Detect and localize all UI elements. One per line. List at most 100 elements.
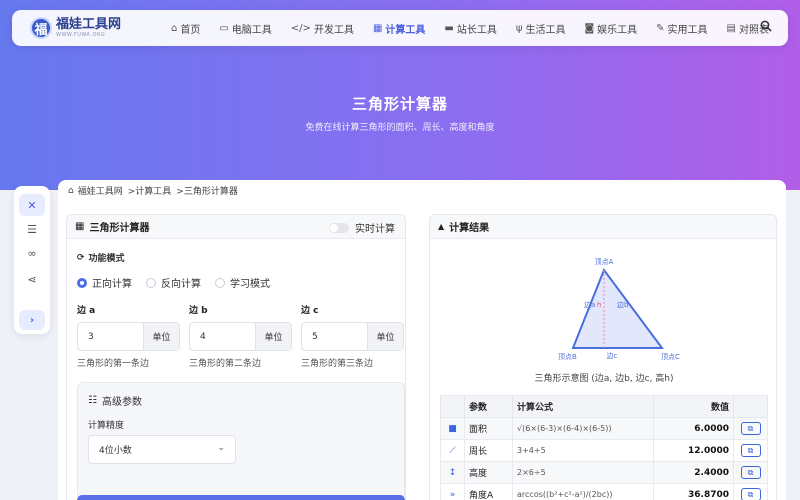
side-a-diagram-label: 边a [584, 300, 595, 309]
logo-title: 福娃工具网 [56, 17, 122, 32]
nav-item-webmaster-tools[interactable]: ▬ 站长工具 [444, 21, 496, 36]
code-icon: </> [290, 22, 311, 34]
sliders-icon: ☷ [88, 395, 97, 406]
results-title: 计算结果 [449, 223, 490, 234]
tools-icon[interactable]: ✕ [19, 194, 45, 216]
wrench-icon: ✎ [656, 22, 665, 34]
radio-label: 正向计算 [92, 279, 132, 290]
height-diagram-label: h [597, 301, 601, 309]
chevron-right-icon[interactable]: › [19, 310, 45, 330]
top-navbar: 福 福娃工具网 WWW.FUWA.ORG ⌂ 首页 ▭ 电脑工具 </> 开发工具 ▦… [12, 10, 788, 46]
radio-label: 学习模式 [230, 279, 270, 290]
nav-item-fun-tools[interactable]: ◙ 娱乐工具 [584, 21, 637, 36]
search-icon[interactable] [760, 20, 772, 35]
nav-item-label: 娱乐工具 [597, 24, 638, 36]
realtime-switch[interactable] [329, 222, 349, 233]
nav-item-calc-tools[interactable]: ▦ 计算工具 [373, 21, 425, 36]
side-a-input[interactable]: 3 [78, 323, 143, 350]
square-icon: ■ [440, 417, 465, 440]
site-logo[interactable]: 福 福娃工具网 WWW.FUWA.ORG [30, 17, 143, 39]
results-panel: ▲ 计算结果 顶点A 顶点B 顶点C 边a 边b 边c h 三角形示意图 (边a… [429, 214, 777, 500]
list-icon[interactable]: ☰ [19, 218, 45, 240]
chevron-down-icon: ⌄ [217, 443, 225, 453]
table-row: ■ 面积 √(6×(6-3)×(6-4)×(6-5)) 6.0000 ⧉ [440, 417, 768, 440]
radio-label: 反向计算 [161, 279, 201, 290]
copy-button[interactable]: ⧉ [740, 444, 761, 457]
side-c-input[interactable]: 5 [302, 323, 367, 350]
nav-item-life-tools[interactable]: ψ 生活工具 [516, 21, 566, 36]
share-icon[interactable]: ⋖ [19, 268, 45, 290]
calculate-button[interactable] [77, 495, 405, 500]
nav-item-label: 生活工具 [525, 24, 566, 36]
side-b-field: 边 b 4 单位 三角形的第二条边 [189, 303, 292, 369]
table-row: » 角度A arccos((b²+c²-a²)/(2bc)) 36.8700 ⧉ [440, 483, 768, 500]
desktop-icon: ▭ [219, 22, 229, 34]
server-icon: ▬ [444, 22, 454, 34]
caret-up-icon: ▲ [438, 222, 445, 231]
vertex-c-label: 顶点C [661, 353, 680, 361]
header-value: 数值 [653, 395, 734, 418]
precision-select[interactable]: 4位小数 ⌄ [88, 435, 236, 464]
table-icon: ▤ [726, 22, 736, 34]
realtime-label: 实时计算 [355, 224, 395, 235]
side-b-unit: 单位 [255, 323, 291, 350]
logo-subtitle: WWW.FUWA.ORG [56, 32, 106, 38]
ruler-icon: ⟋ [440, 439, 465, 462]
copy-button[interactable]: ⧉ [740, 466, 761, 479]
page-title: 三角形计算器 [351, 95, 448, 113]
precision-value: 4位小数 [99, 446, 132, 456]
row-value: 36.8700 [653, 483, 734, 500]
gamepad-icon: ◙ [584, 22, 595, 34]
breadcrumb-section[interactable]: >计算工具 [128, 184, 172, 197]
row-formula: 2×6÷5 [512, 461, 654, 484]
header-param: 参数 [464, 395, 513, 418]
utensils-icon: ψ [515, 22, 523, 34]
advanced-title-label: 高级参数 [101, 397, 142, 408]
diagram-caption: 三角形示意图 (边a, 边b, 边c, 高h) [534, 374, 674, 384]
side-b-help: 三角形的第二条边 [189, 359, 262, 369]
row-value: 12.0000 [653, 439, 734, 462]
logo-mark: 福 [30, 17, 52, 39]
row-name: 高度 [464, 461, 513, 484]
nav-item-label: 实用工具 [667, 24, 708, 36]
calculator-title: 三角形计算器 [89, 223, 150, 234]
vertex-a-label: 顶点A [595, 258, 614, 266]
home-icon: ⌂ [170, 22, 178, 34]
nav-item-label: 开发工具 [313, 24, 354, 36]
side-b-diagram-label: 边b [617, 300, 629, 309]
copy-button[interactable]: ⧉ [740, 422, 761, 435]
side-a-unit: 单位 [143, 323, 179, 350]
calculator-header: ▦ 三角形计算器 实时计算 [67, 215, 405, 239]
vertex-b-label: 顶点B [558, 353, 577, 361]
mode-radio-reverse[interactable]: 反向计算 [146, 275, 201, 290]
nav-menu: ⌂ 首页 ▭ 电脑工具 </> 开发工具 ▦ 计算工具 ▬ 站长工具 ψ 生活工具 ◙ 娱乐工… [171, 21, 788, 36]
triangle-shape [571, 267, 664, 349]
triangle-diagram: 顶点A 顶点B 顶点C 边a 边b 边c h [558, 258, 680, 361]
breadcrumb-home[interactable]: 福娃工具网 [78, 184, 123, 197]
link-icon[interactable]: ∞ [19, 242, 45, 264]
nav-item-label: 站长工具 [456, 24, 497, 36]
side-c-label: 边 c [301, 306, 319, 316]
side-c-diagram-label: 边c [607, 351, 618, 360]
angle-icon: » [440, 483, 465, 500]
nav-item-practical-tools[interactable]: ✎ 实用工具 [656, 21, 707, 36]
calculator-panel: ▦ 三角形计算器 实时计算 ⟳ 功能模式 正向计算 反向计算 学习模式 边 a … [66, 214, 406, 500]
nav-item-home[interactable]: ⌂ 首页 [171, 21, 200, 36]
side-b-input[interactable]: 4 [190, 323, 255, 350]
realtime-toggle[interactable]: 实时计算 [329, 220, 395, 235]
nav-item-dev-tools[interactable]: </> 开发工具 [291, 21, 354, 36]
row-name: 面积 [464, 417, 513, 440]
table-header-row: 参数 计算公式 数值 [440, 395, 768, 418]
row-name: 周长 [464, 439, 513, 462]
mode-radio-forward[interactable]: 正向计算 [77, 275, 132, 290]
side-a-label: 边 a [77, 306, 96, 316]
refresh-icon: ⟳ [77, 252, 85, 263]
main-content: ⌂ 福娃工具网 >计算工具 >三角形计算器 ▦ 三角形计算器 实时计算 ⟳ 功能… [58, 180, 786, 500]
copy-button[interactable]: ⧉ [740, 488, 761, 500]
row-name: 角度A [464, 483, 513, 500]
nav-item-computer-tools[interactable]: ▭ 电脑工具 [219, 21, 271, 36]
precision-label: 计算精度 [88, 421, 125, 431]
row-value: 2.4000 [653, 461, 734, 484]
row-value: 6.0000 [653, 417, 734, 440]
mode-radio-learn[interactable]: 学习模式 [215, 275, 270, 290]
